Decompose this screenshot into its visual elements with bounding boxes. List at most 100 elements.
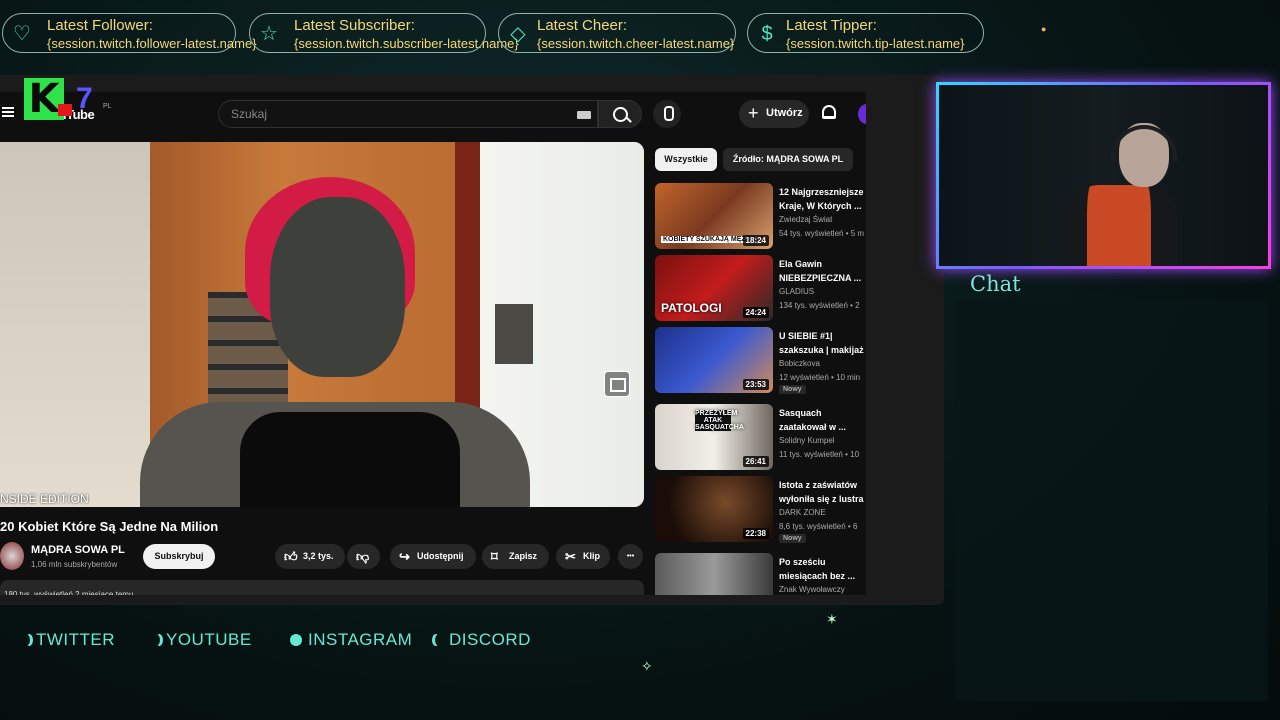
video-title[interactable]: Sasquach zaatakował w ... bbox=[779, 406, 866, 434]
share-icon: ↪ bbox=[399, 549, 410, 564]
video-channel[interactable]: Znak Wywoławczy bbox=[779, 585, 845, 594]
create-label: Utwórz bbox=[766, 107, 803, 119]
moon-icon bbox=[22, 634, 30, 646]
video-channel[interactable]: DARK ZONE bbox=[779, 508, 826, 517]
video-watermark: NSIDE EDITION bbox=[0, 492, 89, 506]
chip-all[interactable]: Wszystkie bbox=[655, 148, 717, 171]
video-title[interactable]: 12 Najgrzeszniejsze Kraje, W Których ... bbox=[779, 185, 866, 213]
more-actions-button[interactable]: ••• bbox=[618, 544, 643, 569]
video-thumbnail[interactable]: PATOLOGI 24:24 bbox=[655, 255, 773, 321]
video-title-line: miesiącach bez ... bbox=[779, 571, 856, 581]
circle-icon bbox=[290, 634, 302, 646]
video-title[interactable]: U SIEBIE #1| szakszuka | makijaż bbox=[779, 329, 866, 357]
save-button[interactable]: ⌑ Zapisz bbox=[482, 544, 549, 569]
like-button[interactable]: 👍︎ 3,2 tys. bbox=[275, 544, 345, 569]
social-youtube-label: YOUTUBE bbox=[166, 630, 252, 649]
video-thumbnail[interactable]: KOBIETY SZUKAJĄ MĘŻCZ 18:24 bbox=[655, 183, 773, 249]
video-channel[interactable]: Bobiczkova bbox=[779, 359, 820, 368]
video-channel[interactable]: Solidny Kumpel bbox=[779, 436, 835, 445]
list-item[interactable]: 22:38 Istota z zaświatów wyłoniła się z l… bbox=[655, 476, 866, 543]
video-frame-wall bbox=[0, 142, 150, 507]
cheer-alert: ◇ Latest Cheer: {session.twitch.cheer-la… bbox=[498, 13, 736, 53]
video-channel[interactable]: GLADIUS bbox=[779, 287, 814, 296]
chip-source[interactable]: Źródło: MĄDRA SOWA PL bbox=[723, 148, 853, 171]
tipper-alert-label: Latest Tipper: bbox=[786, 17, 877, 34]
video-duration: 18:24 bbox=[742, 235, 769, 246]
subscriber-alert-label: Latest Subscriber: bbox=[294, 17, 415, 34]
k7-logo-7: 7 bbox=[76, 82, 93, 115]
social-discord-label: DISCORD bbox=[449, 630, 531, 649]
share-button[interactable]: ↪ Udostępnij bbox=[390, 544, 476, 569]
social-discord: DISCORD bbox=[432, 630, 531, 650]
scissors-icon: ✂ bbox=[565, 549, 576, 564]
dollar-icon: $ bbox=[761, 23, 773, 45]
video-thumbnail[interactable]: 22:38 bbox=[655, 476, 773, 542]
social-twitter-label: TWITTER bbox=[36, 630, 116, 649]
heart-icon: ♡ bbox=[13, 23, 31, 45]
sparkle-icon: ● bbox=[1041, 24, 1047, 34]
star-icon: ☆ bbox=[260, 23, 278, 45]
video-player[interactable]: NSIDE EDITION bbox=[0, 142, 644, 507]
thumbnail-text: PATOLOGI bbox=[661, 301, 722, 315]
search-button[interactable] bbox=[598, 100, 642, 128]
video-title-line: Sasquach bbox=[779, 408, 822, 418]
video-frame-board bbox=[495, 304, 533, 364]
video-thumbnail[interactable] bbox=[655, 553, 773, 595]
video-duration: 23:53 bbox=[742, 379, 769, 390]
video-title[interactable]: Ela Gawin NIEBEZPIECZNA ... bbox=[779, 257, 866, 285]
create-button[interactable]: + Utwórz bbox=[739, 100, 809, 128]
new-badge: Nowy bbox=[779, 534, 806, 543]
video-title-line: NIEBEZPIECZNA ... bbox=[779, 273, 862, 283]
tipper-alert: $ Latest Tipper: {session.twitch.tip-lat… bbox=[747, 13, 984, 53]
video-title[interactable]: Istota z zaświatów wyłoniła się z lustra bbox=[779, 478, 866, 506]
follower-alert: ♡ Latest Follower: {session.twitch.follo… bbox=[2, 13, 257, 53]
chat-panel bbox=[955, 300, 1268, 701]
cheer-alert-value: {session.twitch.cheer-latest.name} bbox=[537, 36, 735, 51]
sparkle-icon: ✶ bbox=[826, 611, 838, 627]
headset-icon bbox=[1111, 125, 1177, 161]
description-box[interactable]: 180 tys. wyświetleń 2 miesiące temu bbox=[0, 580, 644, 595]
video-meta: 12 wyświetleń • 10 min bbox=[779, 373, 861, 382]
list-item[interactable]: PATOLOGI 24:24 Ela Gawin NIEBEZPIECZNA ..… bbox=[655, 255, 866, 321]
menu-icon[interactable] bbox=[2, 107, 14, 117]
dislike-button[interactable]: 👎︎ bbox=[347, 544, 380, 569]
social-twitter: TWITTER bbox=[22, 630, 115, 650]
clip-button[interactable]: ✂ Klip bbox=[556, 544, 610, 569]
video-channel[interactable]: Zwiedzaj Świat bbox=[779, 215, 832, 224]
miniplayer-icon[interactable] bbox=[604, 371, 630, 397]
list-item[interactable]: KOBIETY SZUKAJĄ MĘŻCZ 18:24 12 Najgrzesz… bbox=[655, 183, 866, 249]
plus-icon: + bbox=[748, 103, 759, 123]
voice-search-button[interactable] bbox=[653, 100, 681, 128]
video-title-line: wyłoniła się z lustra bbox=[779, 494, 864, 504]
video-title-line: zaatakował w ... bbox=[779, 422, 847, 432]
k7-logo-red-block bbox=[58, 104, 72, 116]
video-meta: 54 tys. wyświetleń • 5 m bbox=[779, 229, 865, 238]
account-avatar[interactable] bbox=[858, 104, 866, 124]
keyboard-icon[interactable] bbox=[577, 111, 591, 119]
channel-avatar[interactable] bbox=[0, 542, 24, 570]
follower-alert-value: {session.twitch.follower-latest.name} bbox=[47, 36, 257, 51]
video-title[interactable]: Po sześciu miesiącach bez ... bbox=[779, 555, 866, 583]
video-thumbnail[interactable]: PRZEŻYŁEM ATAK SASQUATCHA 26:41 bbox=[655, 404, 773, 470]
diamond-icon: ◇ bbox=[510, 23, 526, 45]
k7-logo: K 7 bbox=[24, 78, 104, 120]
list-item[interactable]: PRZEŻYŁEM ATAK SASQUATCHA 26:41 Sasquach… bbox=[655, 404, 866, 470]
new-badge: Nowy bbox=[779, 385, 806, 394]
subscribe-button[interactable]: Subskrybuj bbox=[143, 544, 215, 569]
youtube-country-code: PL bbox=[103, 103, 112, 110]
channel-name[interactable]: MĄDRA SOWA PL bbox=[31, 544, 125, 556]
search-input[interactable]: Szukaj bbox=[218, 100, 598, 128]
video-title-line: Istota z zaświatów bbox=[779, 480, 858, 490]
youtube-page: YouTube PL Szukaj + Utwórz NSIDE EDITION… bbox=[0, 92, 866, 595]
list-item[interactable]: 23:53 U SIEBIE #1| szakszuka | makijaż Bo… bbox=[655, 327, 866, 394]
video-thumbnail[interactable]: 23:53 bbox=[655, 327, 773, 393]
video-duration: 22:38 bbox=[742, 528, 769, 539]
list-item[interactable]: Po sześciu miesiącach bez ... Znak Wywoła… bbox=[655, 553, 866, 595]
chat-title: Chat bbox=[970, 272, 1021, 296]
notifications-bell-icon[interactable] bbox=[822, 105, 836, 119]
video-title-line: U SIEBIE #1| bbox=[779, 331, 833, 341]
social-instagram: INSTAGRAM bbox=[290, 630, 412, 650]
video-frame-person-shirt bbox=[240, 412, 460, 507]
moon-icon bbox=[152, 634, 160, 646]
video-title-line: 12 Najgrzeszniejsze bbox=[779, 187, 864, 197]
